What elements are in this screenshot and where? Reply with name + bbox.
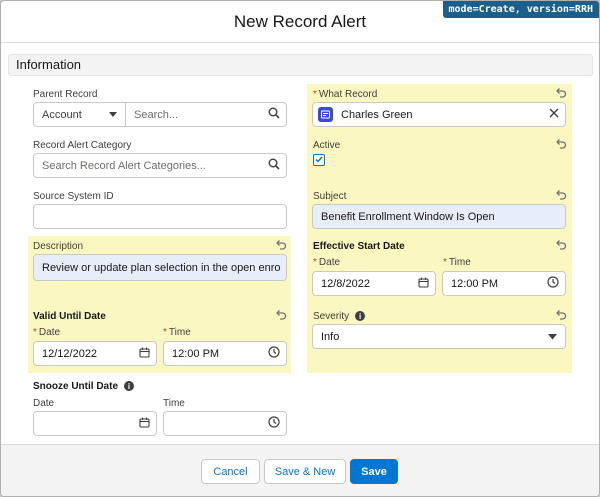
mode-badge: mode=Create, version=RRH [442, 1, 599, 18]
parent-record-type-select[interactable]: Account [34, 103, 126, 126]
clock-icon[interactable] [547, 276, 559, 291]
effective-start-title: Effective Start Date [313, 241, 405, 252]
snooze-until-title: Snooze Until Date i [33, 381, 135, 392]
calendar-icon[interactable] [418, 277, 429, 291]
undo-icon[interactable] [555, 239, 567, 251]
severity-value: Info [321, 330, 340, 343]
effective-date-value: 12/8/2022 [321, 277, 370, 290]
severity-label: Severity i [313, 311, 366, 322]
description-input[interactable]: Review or update plan selection in the o… [33, 254, 287, 281]
parent-record-type-value: Account [42, 108, 82, 121]
source-id-label: Source System ID [33, 191, 114, 202]
undo-icon[interactable] [555, 87, 567, 99]
undo-icon[interactable] [275, 309, 287, 321]
what-record-label: * What Record [313, 89, 378, 100]
record-alert-modal: New Record Alert mode=Create, version=RR… [0, 0, 600, 497]
search-icon [268, 158, 280, 173]
calendar-icon[interactable] [139, 417, 150, 431]
chevron-down-icon [548, 331, 557, 343]
parent-record-search-input[interactable]: Search... [126, 103, 286, 126]
effective-time-label: * Time [443, 257, 471, 268]
save-and-new-button[interactable]: Save & New [264, 459, 346, 484]
valid-until-time-input[interactable]: 12:00 PM [163, 341, 287, 366]
parent-record-placeholder: Search... [134, 108, 179, 121]
effective-date-label: * Date [313, 257, 341, 268]
effective-time-input[interactable]: 12:00 PM [442, 271, 566, 296]
what-record-lookup[interactable]: Charles Green [312, 102, 566, 127]
undo-icon[interactable] [275, 239, 287, 251]
source-id-input[interactable] [33, 204, 287, 229]
record-icon [318, 107, 333, 122]
what-record-value: Charles Green [341, 108, 413, 121]
chevron-down-icon [109, 109, 117, 121]
snooze-time-input[interactable] [163, 411, 287, 436]
severity-select[interactable]: Info [312, 324, 566, 349]
active-label: Active [313, 140, 341, 151]
effective-date-input[interactable]: 12/8/2022 [312, 271, 436, 296]
active-checkbox[interactable] [313, 154, 325, 166]
effective-time-value: 12:00 PM [451, 277, 499, 290]
snooze-date-label: Date [33, 398, 55, 409]
description-value: Review or update plan selection in the o… [42, 261, 281, 274]
calendar-icon[interactable] [139, 347, 150, 361]
subject-value: Benefit Enrollment Window Is Open [321, 210, 495, 223]
clock-icon[interactable] [268, 346, 280, 361]
modal-footer: Cancel Save & New Save [1, 444, 599, 496]
subject-label: Subject [313, 191, 347, 202]
parent-record-label: Parent Record [33, 89, 98, 100]
parent-record-lookup: Account Search... [33, 102, 287, 127]
undo-icon[interactable] [555, 138, 567, 150]
valid-until-date-value: 12/12/2022 [42, 347, 98, 360]
description-label: Description [33, 241, 84, 252]
section-information[interactable]: Information [8, 54, 593, 76]
clear-icon[interactable] [549, 108, 559, 121]
snooze-date-input[interactable] [33, 411, 157, 436]
category-search-input[interactable]: Search Record Alert Categories... [33, 153, 287, 178]
subject-input[interactable]: Benefit Enrollment Window Is Open [312, 204, 566, 229]
valid-until-date-label: * Date [33, 327, 61, 338]
modal-header: New Record Alert mode=Create, version=RR… [1, 1, 599, 43]
save-button[interactable]: Save [350, 459, 398, 484]
valid-until-date-input[interactable]: 12/12/2022 [33, 341, 157, 366]
snooze-time-label: Time [163, 398, 185, 409]
valid-until-time-label: * Time [163, 327, 191, 338]
valid-until-title: Valid Until Date [33, 311, 106, 322]
cancel-button[interactable]: Cancel [201, 459, 260, 484]
section-title: Information [16, 57, 82, 72]
info-icon[interactable]: i [355, 311, 366, 322]
valid-until-time-value: 12:00 PM [172, 347, 220, 360]
category-label: Record Alert Category [33, 140, 132, 151]
undo-icon[interactable] [555, 309, 567, 321]
info-icon[interactable]: i [124, 381, 135, 392]
clock-icon[interactable] [268, 416, 280, 431]
undo-icon[interactable] [555, 189, 567, 201]
check-icon [315, 154, 323, 166]
category-placeholder: Search Record Alert Categories... [42, 159, 206, 172]
search-icon [268, 107, 280, 122]
